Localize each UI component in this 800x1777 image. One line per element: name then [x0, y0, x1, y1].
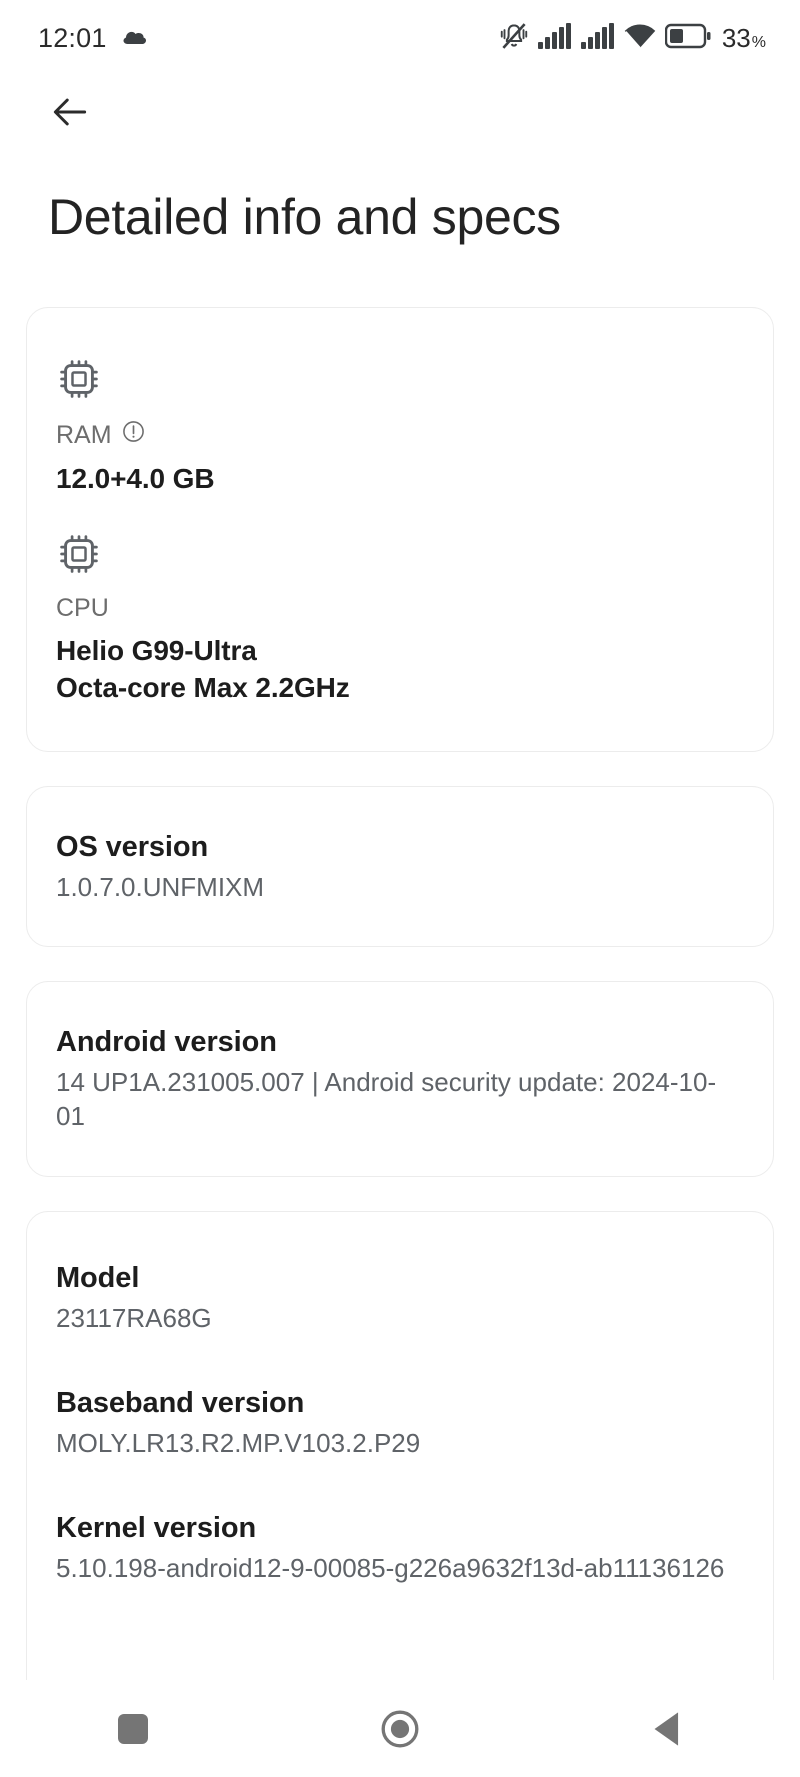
page-title: Detailed info and specs — [48, 189, 561, 245]
vibrate-off-icon — [499, 21, 529, 56]
baseband-version-value: MOLY.LR13.R2.MP.V103.2.P29 — [56, 1427, 421, 1458]
info-circle-icon[interactable] — [121, 419, 146, 451]
cpu-value-line2: Octa-core Max 2.2GHz — [56, 672, 350, 704]
kernel-version-title: Kernel version — [56, 1512, 257, 1545]
status-bar: 12:01 33 % — [0, 0, 800, 76]
android-version-title: Android version — [56, 1026, 277, 1059]
back-arrow-icon[interactable] — [48, 90, 92, 134]
list-item[interactable]: Model 23117RA68G — [56, 1262, 744, 1335]
cloud-icon — [121, 26, 149, 51]
model-title: Model — [56, 1261, 140, 1294]
hardware-spec-card[interactable]: RAM 12.0+4.0 GB CPU Helio G99-Ultra Octa… — [26, 307, 774, 752]
battery-percent-value: 33 — [721, 22, 751, 53]
cpu-label: CPU — [56, 594, 109, 623]
status-clock: 12:01 — [38, 22, 107, 53]
os-version-value: 1.0.7.0.UNFMIXM — [56, 871, 265, 902]
model-value: 23117RA68G — [56, 1302, 212, 1333]
cpu-spec-block: CPU Helio G99-Ultra Octa-core Max 2.2GHz — [56, 531, 744, 706]
list-item[interactable]: Baseband version MOLY.LR13.R2.MP.V103.2.… — [56, 1387, 744, 1460]
ram-value: 12.0+4.0 GB — [56, 463, 215, 494]
chip-icon — [56, 531, 744, 582]
os-version-title: OS version — [56, 830, 209, 863]
triangle-back-icon[interactable] — [607, 1694, 727, 1764]
status-bar-left: 12:01 — [38, 23, 149, 54]
status-bar-right: 33% — [499, 21, 766, 56]
cpu-label-row: CPU — [56, 594, 744, 623]
battery-icon — [664, 23, 711, 54]
os-version-card[interactable]: OS version 1.0.7.0.UNFMIXM — [26, 785, 774, 948]
cpu-value-line1: Helio G99-Ultra — [56, 635, 257, 667]
chip-icon — [56, 356, 744, 407]
signal-bars-icon — [537, 22, 572, 54]
app-bar — [0, 76, 800, 148]
android-version-card[interactable]: Android version 14 UP1A.231005.007 | And… — [26, 981, 774, 1177]
percent-symbol: % — [751, 33, 766, 51]
ram-label-row: RAM — [56, 419, 744, 451]
recents-square — [118, 1713, 149, 1744]
android-version-value: 14 UP1A.231005.007 | Android security up… — [56, 1067, 717, 1132]
signal-bars-icon — [580, 22, 615, 54]
ram-spec-block: RAM 12.0+4.0 GB — [56, 356, 744, 497]
specs-list: RAM 12.0+4.0 GB CPU Helio G99-Ultra Octa… — [0, 245, 800, 1777]
kernel-version-value: 5.10.198-android12-9-00085-g226a9632f13d… — [56, 1553, 725, 1584]
navigation-bar — [0, 1680, 800, 1777]
baseband-version-title: Baseband version — [56, 1386, 305, 1419]
square-recents-icon[interactable] — [73, 1694, 193, 1764]
circle-home-icon[interactable] — [340, 1694, 460, 1764]
ram-label: RAM — [56, 420, 112, 449]
wifi-icon — [624, 23, 656, 54]
list-item[interactable]: Kernel version 5.10.198-android12-9-0008… — [56, 1512, 744, 1585]
battery-percent: 33% — [722, 23, 766, 54]
